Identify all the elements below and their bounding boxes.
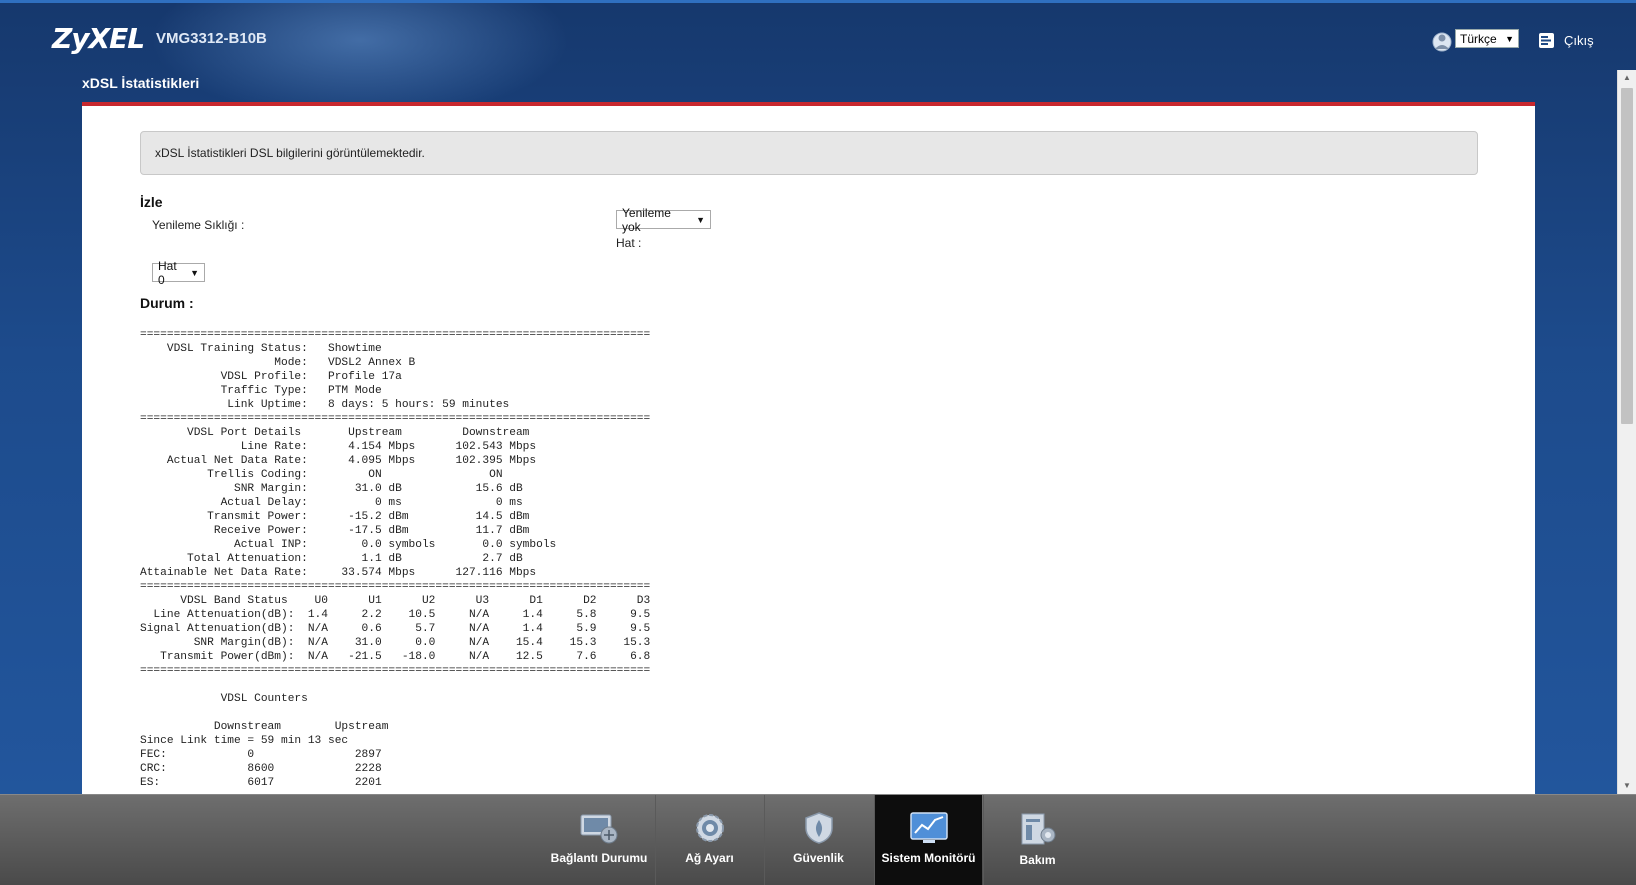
page-title: xDSL İstatistikleri [82, 75, 200, 91]
xdsl-status-text: ========================================… [140, 329, 651, 789]
device-model: VMG3312-B10B [156, 30, 267, 47]
shield-icon [804, 812, 833, 844]
logout-link[interactable]: Çıkış [1564, 33, 1594, 48]
line-select[interactable]: Hat 0 ▼ [152, 259, 205, 287]
nav-label: Bakım [1019, 853, 1056, 867]
refresh-frequency-label: Yenileme Sıklığı : [152, 218, 245, 232]
scroll-down-icon[interactable]: ▼ [1618, 778, 1636, 794]
globe-user-icon [1432, 32, 1452, 52]
nav-label: Güvenlik [793, 851, 844, 865]
line-label: Hat : [616, 236, 642, 250]
status-section-title: Durum : [140, 295, 194, 311]
maintenance-icon [1021, 813, 1055, 845]
nav-label: Sistem Monitörü [881, 851, 976, 865]
nav-label: Ağ Ayarı [685, 851, 734, 865]
line-select-value: Hat 0 [158, 258, 177, 287]
refresh-frequency-value: Yenileme yok [622, 205, 671, 234]
nav-system-monitor[interactable]: Sistem Monitörü [874, 795, 982, 885]
monitor-section-title: İzle [140, 194, 163, 210]
content-panel: xDSL İstatistikleri DSL bilgilerini görü… [82, 102, 1535, 794]
window-top-border [0, 0, 1636, 3]
panel-accent-line [82, 102, 1535, 106]
gear-icon [695, 814, 724, 842]
info-text: xDSL İstatistikleri DSL bilgilerini görü… [155, 146, 425, 160]
logout-icon[interactable] [1538, 32, 1555, 49]
bottom-navigation: Bağlantı Durumu Ağ Ayarı Güvenlik Sistem… [0, 794, 1636, 885]
chart-monitor-icon [909, 812, 948, 843]
nav-label: Bağlantı Durumu [550, 851, 648, 865]
language-select[interactable]: Türkçe ▼ [1455, 29, 1519, 48]
scroll-up-icon[interactable]: ▲ [1618, 70, 1636, 86]
connection-status-icon [580, 814, 618, 844]
nav-connection-status[interactable]: Bağlantı Durumu [545, 795, 653, 885]
zyxel-logo: ZyXEL [52, 22, 145, 55]
nav-security[interactable]: Güvenlik [764, 795, 872, 885]
nav-network-settings[interactable]: Ağ Ayarı [655, 795, 763, 885]
chevron-down-icon: ▼ [696, 214, 705, 225]
info-box: xDSL İstatistikleri DSL bilgilerini görü… [140, 131, 1478, 175]
chevron-down-icon: ▼ [190, 267, 199, 278]
page-scrollbar[interactable]: ▲ ▼ [1617, 70, 1636, 794]
scrollbar-thumb[interactable] [1621, 88, 1633, 424]
nav-maintenance[interactable]: Bakım [983, 795, 1091, 885]
language-select-value: Türkçe [1460, 31, 1497, 46]
chevron-down-icon: ▼ [1505, 33, 1514, 44]
refresh-frequency-select[interactable]: Yenileme yok ▼ [616, 206, 711, 234]
